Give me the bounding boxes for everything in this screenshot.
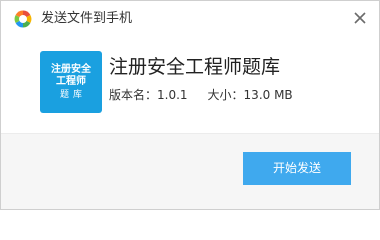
app-icon-text-line3: 题库 <box>59 89 86 100</box>
app-icon-text-line2: 工程师 <box>56 75 86 87</box>
start-send-button[interactable]: 开始发送 <box>243 152 351 185</box>
app-icon: 注册安全 工程师 题库 <box>40 51 102 113</box>
title-bar: 发送文件到手机 <box>1 1 379 37</box>
app-icon-text-line1: 注册安全 <box>51 63 91 75</box>
app-meta: 版本名：1.0.1 大小：13.0 MB <box>109 87 293 103</box>
send-to-phone-dialog: 发送文件到手机 注册安全 工程师 题库 注册安全工程师题库 版本名：1.0.1 … <box>0 0 380 210</box>
size-label: 大小：13.0 MB <box>207 88 293 102</box>
close-icon[interactable] <box>351 9 369 27</box>
dialog-footer: 开始发送 <box>1 133 379 209</box>
version-label: 版本名：1.0.1 <box>109 88 188 102</box>
file-info-panel: 注册安全 工程师 题库 注册安全工程师题库 版本名：1.0.1 大小：13.0 … <box>1 37 379 133</box>
dialog-title: 发送文件到手机 <box>41 11 133 26</box>
360-logo-icon <box>14 10 32 28</box>
app-name: 注册安全工程师题库 <box>109 56 281 78</box>
